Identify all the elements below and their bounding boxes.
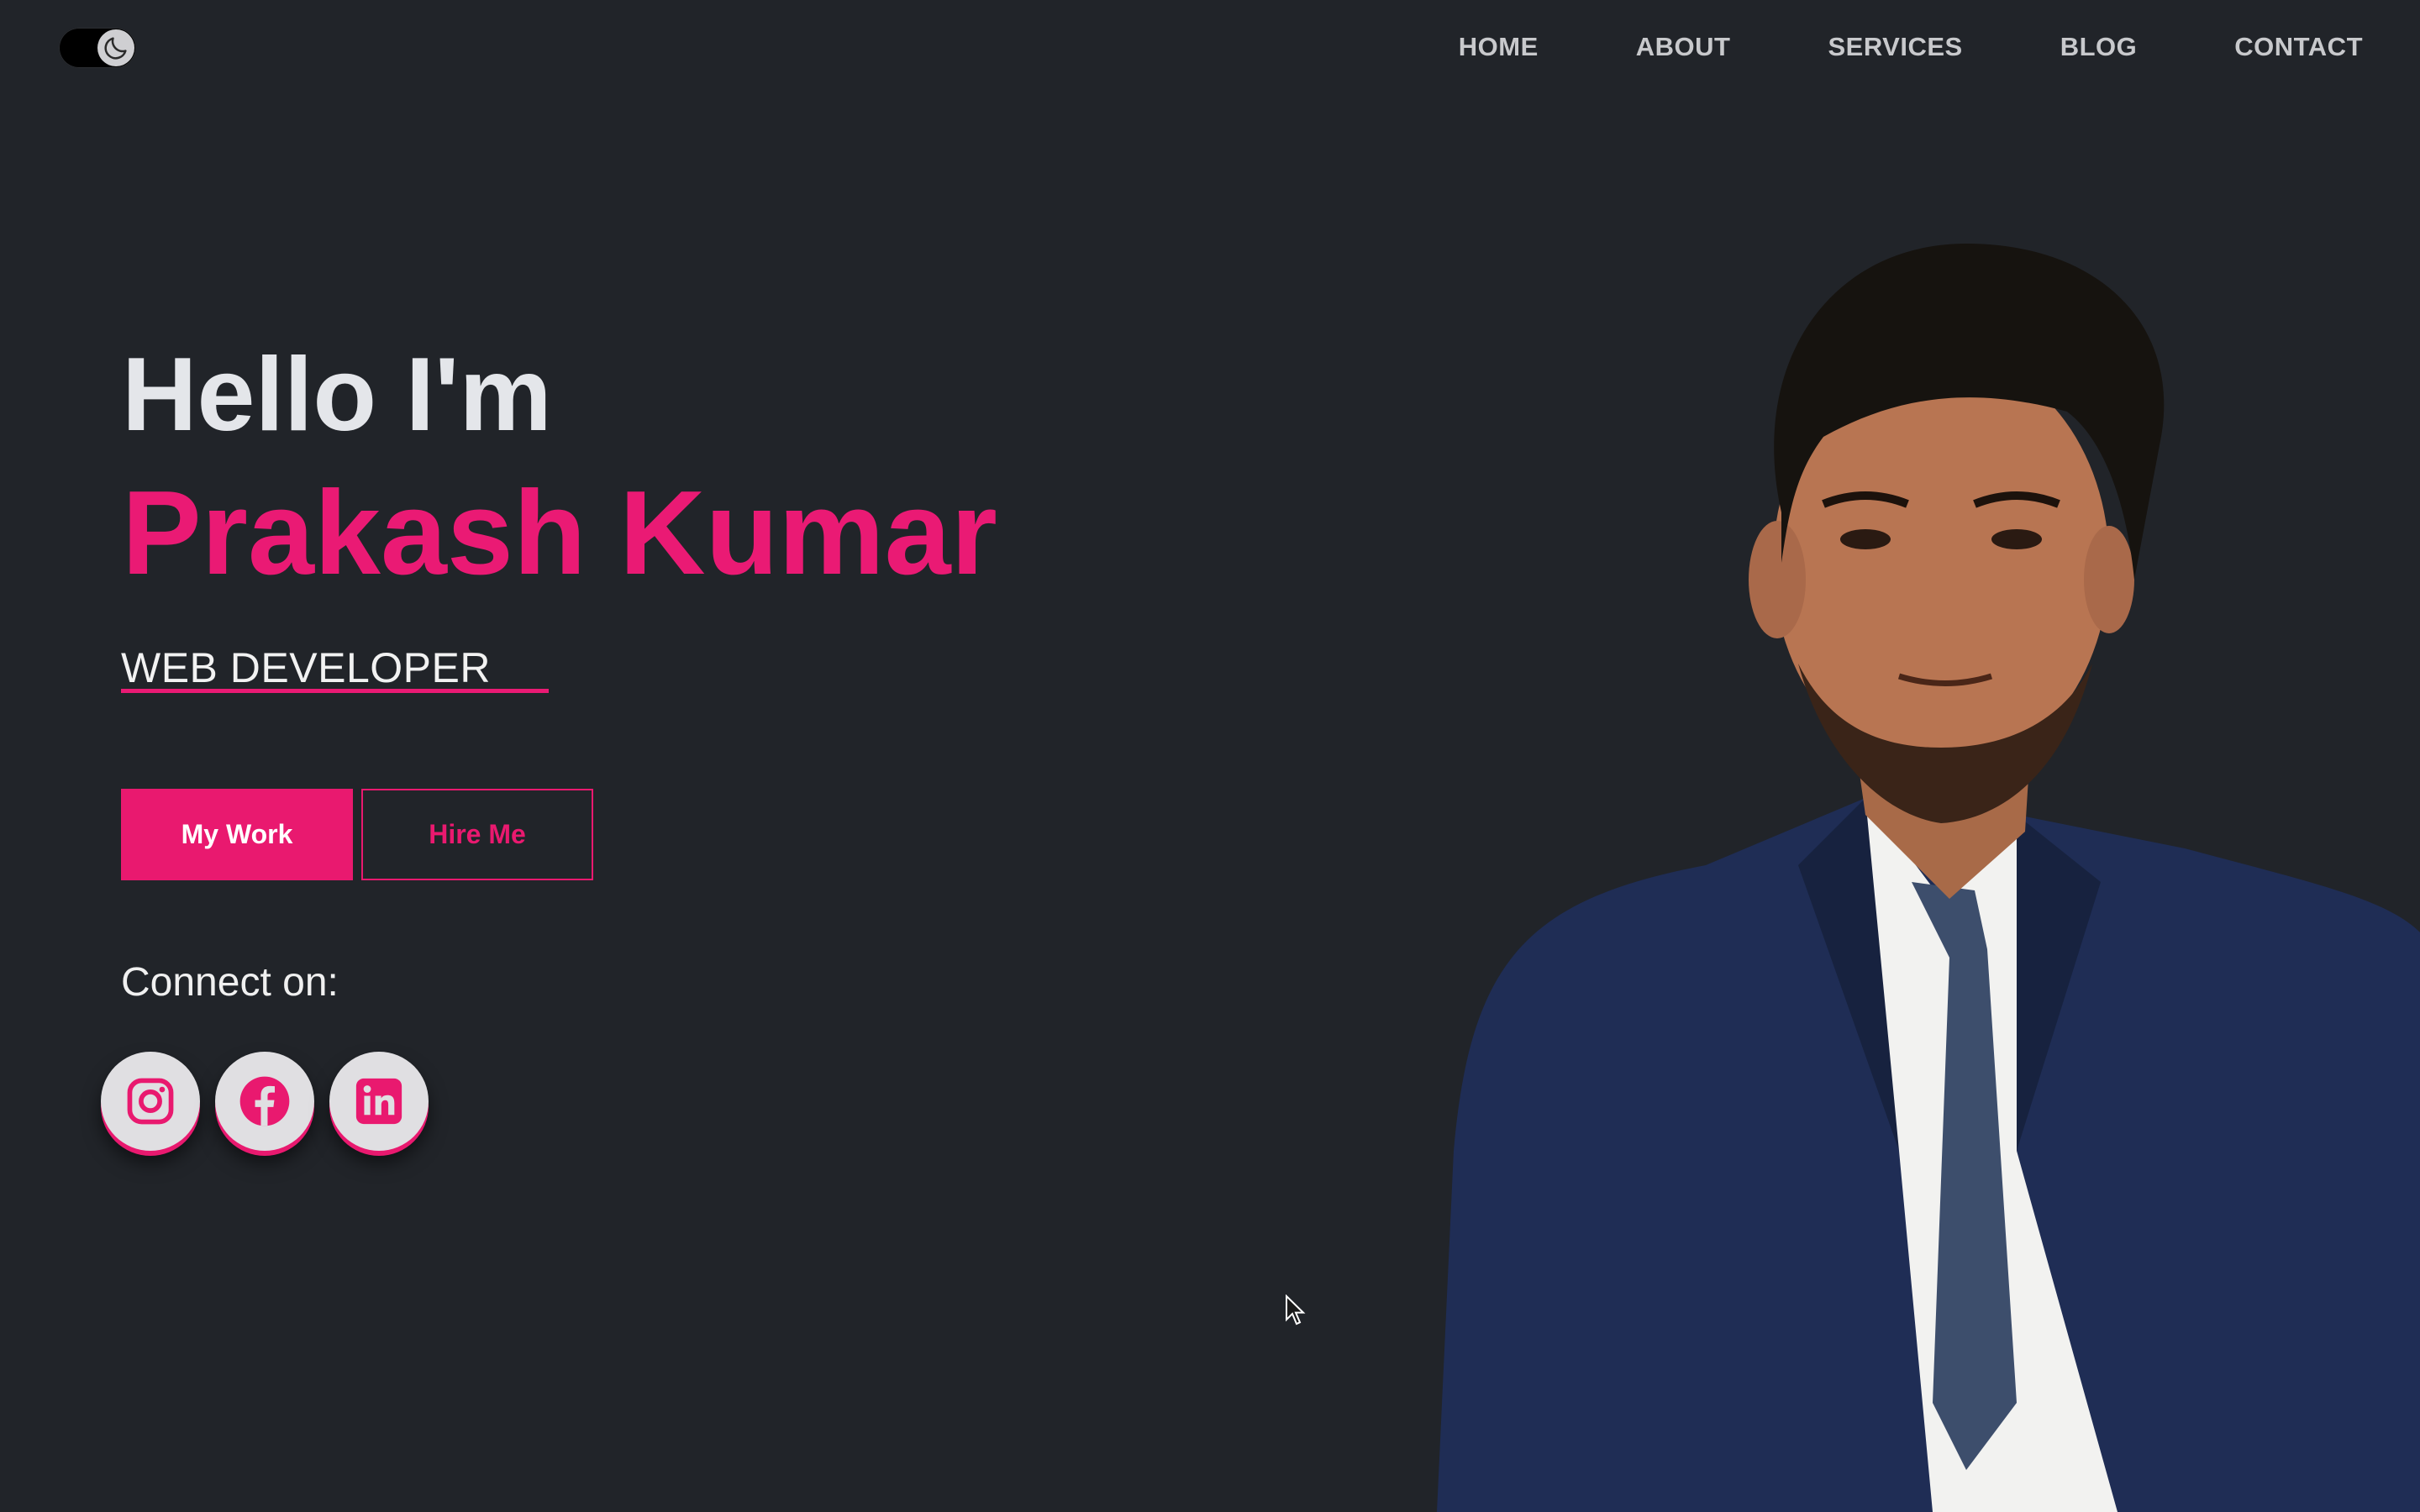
- linkedin-link[interactable]: [329, 1052, 429, 1151]
- profile-photo: [1437, 244, 2420, 1512]
- instagram-link[interactable]: [101, 1052, 200, 1151]
- facebook-link[interactable]: [215, 1052, 314, 1151]
- theme-toggle[interactable]: [59, 28, 136, 68]
- my-work-button[interactable]: My Work: [121, 789, 353, 880]
- ear-left: [1749, 521, 1806, 638]
- nav-about[interactable]: ABOUT: [1636, 27, 1731, 67]
- hero-greeting: Hello I'm: [122, 337, 552, 453]
- moon-icon: [104, 37, 127, 60]
- ear-right: [2084, 526, 2134, 633]
- facebook-icon: [239, 1076, 290, 1126]
- hero-name: Prakash Kumar: [122, 466, 997, 600]
- toggle-knob: [97, 29, 134, 66]
- nav-contact[interactable]: CONTACT: [2234, 27, 2363, 67]
- main-nav: HOME ABOUT SERVICES BLOG CONTACT: [1459, 27, 2363, 67]
- nav-home[interactable]: HOME: [1459, 27, 1539, 67]
- hire-me-button[interactable]: Hire Me: [361, 789, 593, 880]
- linkedin-icon: [355, 1078, 402, 1125]
- eye-left: [1840, 529, 1891, 549]
- social-links: [101, 1052, 444, 1151]
- mouse-cursor-icon: [1286, 1294, 1306, 1326]
- nav-services[interactable]: SERVICES: [1828, 27, 1962, 67]
- connect-label: Connect on:: [121, 960, 339, 1005]
- eye-right: [1991, 529, 2042, 549]
- nav-blog[interactable]: BLOG: [2060, 27, 2138, 67]
- role-underline: [121, 689, 549, 693]
- instagram-icon: [127, 1078, 174, 1125]
